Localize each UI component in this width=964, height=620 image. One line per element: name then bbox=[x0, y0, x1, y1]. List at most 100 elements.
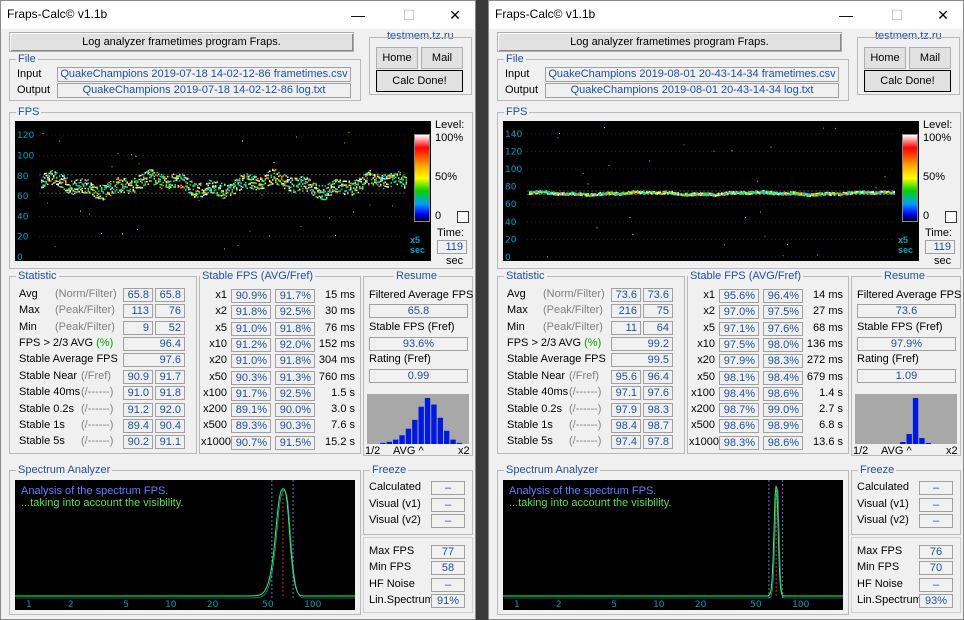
fps-sample bbox=[787, 192, 789, 195]
fps-sample bbox=[237, 183, 239, 186]
fps-sample bbox=[375, 182, 377, 185]
fps-sample bbox=[611, 192, 613, 194]
level-checkbox[interactable] bbox=[945, 211, 957, 223]
home-button[interactable]: Home bbox=[864, 47, 906, 69]
fps-sample bbox=[751, 192, 753, 195]
fps-sample bbox=[213, 187, 215, 190]
fps-sample bbox=[342, 183, 344, 186]
fps-sample bbox=[90, 186, 92, 189]
fps-sample bbox=[216, 180, 218, 183]
fps-tick-label: 20 bbox=[17, 233, 29, 243]
fps-sample bbox=[350, 182, 352, 185]
close-button[interactable]: ✕ bbox=[438, 3, 472, 27]
fps-outlier bbox=[365, 183, 366, 185]
fps-plot: 120 100 80 60 40 20 0 bbox=[15, 121, 431, 263]
input-file-field[interactable]: QuakeChampions 2019-08-01 20-43-14-34 fr… bbox=[545, 67, 839, 82]
fps-sample bbox=[119, 181, 121, 184]
fps-outlier bbox=[369, 204, 371, 206]
fps-sample bbox=[257, 186, 259, 188]
fps-sample bbox=[263, 183, 265, 186]
fps-sample bbox=[805, 193, 807, 195]
close-button[interactable]: ✕ bbox=[926, 3, 960, 27]
fps-sample bbox=[84, 179, 86, 181]
freeze-label: Visual (v2) bbox=[857, 514, 909, 526]
fps-sample bbox=[176, 179, 178, 182]
spec-stat-label: Lin.Spectrum bbox=[857, 593, 922, 606]
stable-avg-pct: 97.0% bbox=[719, 305, 759, 320]
fps-sample bbox=[593, 193, 595, 195]
output-file-field[interactable]: QuakeChampions 2019-08-01 20-43-14-34 lo… bbox=[545, 83, 839, 98]
stable-mult: x1 bbox=[215, 289, 227, 301]
fps-sample bbox=[884, 191, 886, 194]
fps-sample bbox=[113, 181, 115, 183]
fps-sample bbox=[279, 180, 281, 182]
maximize-button[interactable]: ☐ bbox=[880, 3, 914, 27]
fps-sample bbox=[65, 177, 67, 180]
stable-time: 136 ms bbox=[806, 337, 843, 350]
fps-sample bbox=[282, 180, 284, 182]
fps-sample bbox=[273, 170, 275, 172]
level-checkbox[interactable] bbox=[457, 211, 469, 223]
fps-sample bbox=[159, 178, 161, 181]
fps-sample bbox=[138, 186, 140, 189]
mail-button[interactable]: Mail bbox=[421, 47, 463, 69]
stable-avg-pct: 98.3% bbox=[719, 435, 759, 450]
fps-sample bbox=[96, 186, 98, 188]
fps-outlier bbox=[237, 245, 239, 247]
stable-time: 152 ms bbox=[318, 337, 355, 350]
fps-sample bbox=[230, 183, 232, 186]
fps-sample bbox=[252, 178, 254, 180]
fps-sample bbox=[216, 194, 218, 197]
title-bar[interactable]: Fraps-Calc© v1.1b — ☐ ✕ bbox=[489, 1, 963, 29]
fps-sample bbox=[353, 182, 355, 185]
fps-sample bbox=[317, 187, 319, 190]
home-button[interactable]: Home bbox=[376, 47, 418, 69]
calc-done-button[interactable]: Calc Done! bbox=[376, 70, 463, 92]
fps-sample bbox=[120, 179, 122, 181]
fps-sample bbox=[401, 177, 403, 179]
fps-sample bbox=[71, 187, 73, 190]
maximize-button[interactable]: ☐ bbox=[392, 3, 426, 27]
fps-sample bbox=[221, 191, 223, 193]
minimize-button[interactable]: — bbox=[341, 3, 375, 27]
fps-sample bbox=[755, 192, 757, 195]
minimize-button[interactable]: — bbox=[829, 3, 863, 27]
fps-sample bbox=[56, 180, 58, 182]
fps-sample bbox=[658, 192, 660, 194]
title-bar[interactable]: Fraps-Calc© v1.1b — ☐ ✕ bbox=[1, 1, 475, 29]
fps-sample bbox=[167, 175, 169, 178]
fps-sample bbox=[254, 185, 256, 188]
fps-sample bbox=[173, 180, 175, 182]
fps-sample bbox=[75, 191, 77, 193]
fps-sample bbox=[860, 192, 862, 195]
fps-sample bbox=[359, 180, 361, 183]
fps-sample bbox=[102, 184, 104, 187]
mail-button[interactable]: Mail bbox=[909, 47, 951, 69]
fps-sample bbox=[533, 191, 535, 193]
calc-done-button[interactable]: Calc Done! bbox=[864, 70, 951, 92]
fps-sample bbox=[45, 172, 47, 175]
fps-sample bbox=[83, 185, 85, 187]
stable-fref-pct: 97.5% bbox=[763, 305, 803, 320]
spec-stat-label: HF Noise bbox=[857, 577, 903, 590]
fps-23-pct: (%) bbox=[584, 337, 602, 349]
fps-tick-label: 40 bbox=[505, 218, 517, 228]
fps-sample bbox=[303, 182, 305, 184]
input-file-field[interactable]: QuakeChampions 2019-07-18 14-02-12-86 fr… bbox=[57, 67, 351, 82]
fps-sample bbox=[581, 194, 583, 196]
fps-sample bbox=[164, 177, 166, 180]
fps-sample bbox=[132, 186, 134, 189]
fps-sample bbox=[74, 182, 76, 184]
spectrum-group-title: Spectrum Analyzer bbox=[16, 464, 113, 476]
file-group-title: File bbox=[16, 53, 38, 65]
fps-sample bbox=[766, 191, 768, 194]
fps-sample bbox=[261, 178, 263, 180]
fps-sample bbox=[287, 185, 289, 187]
fps-sample bbox=[309, 186, 311, 188]
output-file-field[interactable]: QuakeChampions 2019-07-18 14-02-12-86 lo… bbox=[57, 83, 351, 98]
fps-sample bbox=[255, 186, 257, 189]
fps-sample bbox=[225, 190, 227, 193]
fps-sample bbox=[745, 193, 747, 195]
fps-sample bbox=[653, 192, 655, 194]
fps-sample bbox=[323, 198, 325, 201]
